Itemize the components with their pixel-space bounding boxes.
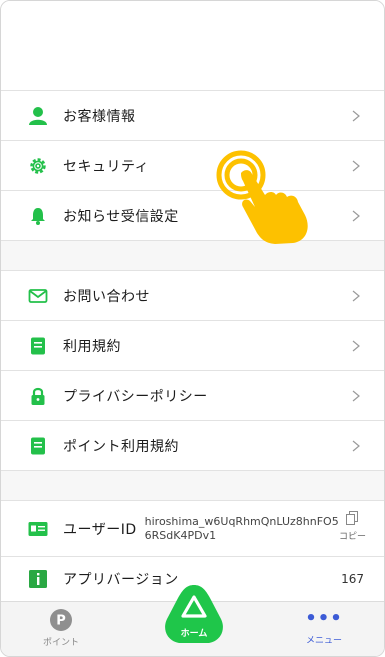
home-label: ホーム [180,629,208,639]
copy-label: コピー [338,532,366,542]
id-card-icon [27,518,49,540]
bell-icon [27,205,49,227]
svg-text:P: P [56,614,66,629]
top-spacer [1,1,384,91]
more-icon: ••• [305,608,343,629]
user-id-value-line1: hiroshima_w6UqRhmQnLUz8hnFO5 [144,514,339,528]
chevron-right-icon [352,390,360,401]
menu-item-label: 利用規約 [63,338,121,355]
menu-item-terms[interactable]: 利用規約 [1,321,384,371]
gear-icon [27,155,49,177]
user-id-label: ユーザーID [63,521,137,538]
mail-icon [27,285,49,307]
chevron-right-icon [352,210,360,221]
chevron-right-icon [352,290,360,301]
menu-item-label: お問い合わせ [63,288,150,305]
person-icon [27,105,49,127]
app-version-value: 167 [341,572,364,586]
chevron-right-icon [352,160,360,171]
tab-menu[interactable]: ••• メニュー [284,608,364,646]
copy-button[interactable]: コピー [339,511,366,542]
document-icon [27,335,49,357]
tab-points-label: ポイント [42,638,79,648]
tab-points[interactable]: P ポイント [21,608,101,648]
app-screen: お客様情報 セキュリティ お知らせ受信設定 お問い合わせ 利用規約 プライバシー… [0,0,385,657]
copy-icon [346,511,359,525]
user-id-value: hiroshima_w6UqRhmQnLUz8hnFO5 6RSdK4PDv1 [145,515,339,543]
menu-item-contact[interactable]: お問い合わせ [1,271,384,321]
user-id-value-line2: 6RSdK4PDv1 [144,528,217,542]
chevron-right-icon [352,340,360,351]
user-id-row: ユーザーID hiroshima_w6UqRhmQnLUz8hnFO5 6RSd… [1,501,384,557]
menu-item-notification-settings[interactable]: お知らせ受信設定 [1,191,384,241]
tab-menu-label: メニュー [305,636,342,646]
info-icon [27,568,49,590]
points-icon: P [50,609,72,631]
menu-item-label: プライバシーポリシー [63,388,208,405]
lock-icon [27,385,49,407]
menu-item-customer-info[interactable]: お客様情報 [1,91,384,141]
section-spacer [1,471,384,501]
chevron-right-icon [352,110,360,121]
menu-item-label: お知らせ受信設定 [63,208,179,225]
menu-item-label: セキュリティ [63,158,150,175]
menu-item-security[interactable]: セキュリティ [1,141,384,191]
document-icon [27,435,49,457]
menu-item-label: ポイント利用規約 [63,438,179,455]
menu-item-label: お客様情報 [63,108,136,125]
section-spacer [1,241,384,271]
chevron-right-icon [352,440,360,451]
home-button[interactable]: ホーム [161,583,227,649]
menu-item-privacy-policy[interactable]: プライバシーポリシー [1,371,384,421]
home-button-shape [165,585,223,643]
menu-item-point-terms[interactable]: ポイント利用規約 [1,421,384,471]
